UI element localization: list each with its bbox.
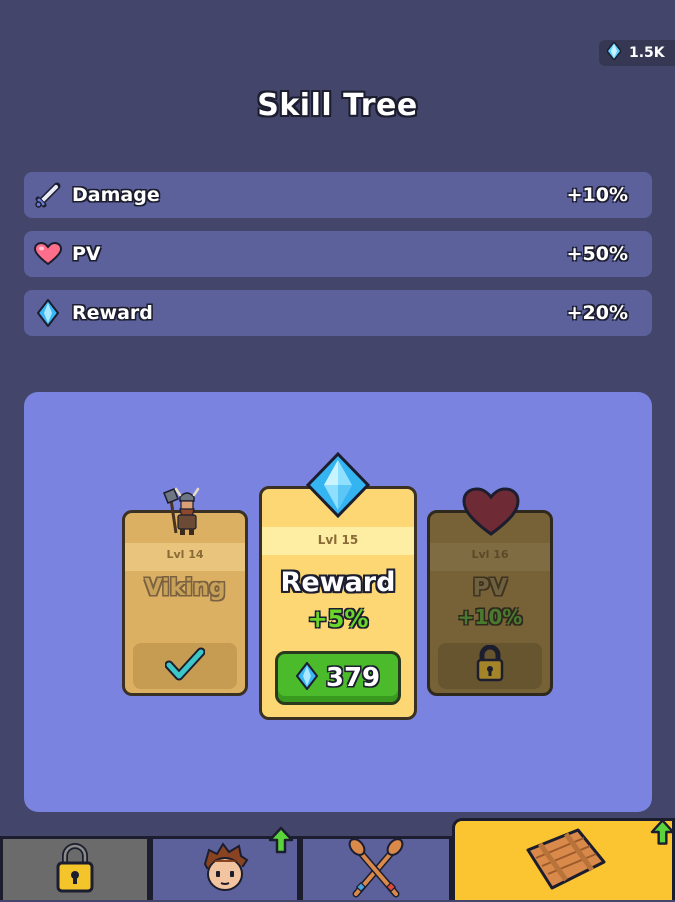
stat-row-damage: Damage +10%	[24, 172, 652, 218]
hero-face-icon	[199, 841, 251, 898]
currency-counter: 1.5K	[599, 40, 675, 66]
viking-character-icon	[160, 487, 214, 541]
card-name: Reward	[280, 567, 396, 598]
lock-icon	[55, 842, 95, 898]
stat-value: +10%	[566, 184, 628, 206]
heart-icon	[462, 487, 520, 541]
stat-value: +50%	[566, 243, 628, 265]
upgrade-available-icon	[650, 818, 675, 850]
large-diamond-icon	[305, 451, 371, 522]
card-level: Lvl 15	[317, 533, 359, 547]
card-name: PV	[472, 575, 508, 601]
lock-icon	[475, 644, 505, 687]
wooden-raft-icon	[518, 826, 610, 896]
checkmark-icon	[164, 647, 206, 685]
page-title: Skill Tree	[257, 88, 418, 123]
upgrade-available-icon	[268, 826, 294, 858]
card-bonus: +5%	[307, 605, 369, 633]
crossed-oars-icon	[348, 837, 404, 902]
sword-icon	[34, 181, 62, 209]
diamond-icon	[295, 661, 319, 694]
card-name: Viking	[144, 575, 226, 601]
tab-weapons[interactable]	[300, 836, 452, 900]
card-level: Lvl 14	[166, 548, 204, 561]
stat-label: Damage	[72, 184, 160, 206]
card-status-slot	[133, 643, 237, 689]
stat-value: +20%	[566, 302, 628, 324]
buy-price: 379	[325, 663, 381, 693]
tab-locked[interactable]	[0, 836, 150, 900]
stat-row-pv: PV +50%	[24, 231, 652, 277]
stat-label: Reward	[72, 302, 153, 324]
card-level: Lvl 16	[471, 548, 509, 561]
stat-row-reward: Reward +20%	[24, 290, 652, 336]
diamond-icon	[34, 299, 62, 327]
stat-label: PV	[72, 243, 101, 265]
heart-icon	[34, 240, 62, 268]
card-status-slot	[438, 643, 542, 689]
tab-raft[interactable]	[452, 818, 675, 900]
card-bonus: +10%	[457, 605, 523, 629]
buy-skill-button[interactable]: 379	[275, 651, 401, 705]
diamond-icon	[606, 40, 622, 64]
currency-value: 1.5K	[629, 45, 665, 61]
